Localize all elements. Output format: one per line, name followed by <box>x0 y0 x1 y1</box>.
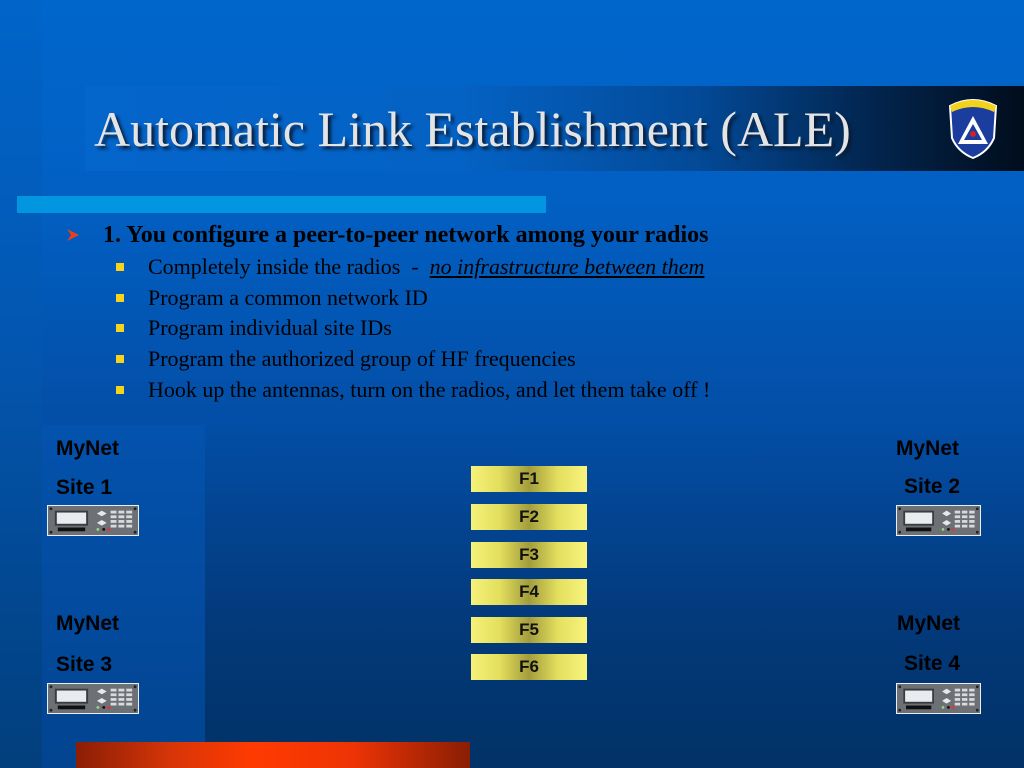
frequency-box-f2: F2 <box>471 504 587 530</box>
square-bullet-icon <box>116 385 124 394</box>
square-bullet-icon <box>116 324 124 333</box>
frequency-box-f3: F3 <box>471 542 587 568</box>
frequency-box-f1: F1 <box>471 466 587 492</box>
hf-radio-icon <box>47 683 139 714</box>
communications-emblem-icon <box>944 94 1002 160</box>
site-3-net-label: MyNet <box>56 612 120 635</box>
site-3-label: Site 3 <box>56 653 113 676</box>
site-2-net-label: MyNet <box>896 437 960 460</box>
slide-title: Automatic Link Establishment (ALE) <box>94 101 851 157</box>
frequency-box-f4: F4 <box>471 579 587 605</box>
hf-radio-icon <box>896 683 981 714</box>
square-bullet-icon <box>116 355 124 364</box>
site-4-label: Site 4 <box>904 652 961 675</box>
site-1-net-label: MyNet <box>56 437 120 460</box>
hf-radio-icon <box>896 505 981 536</box>
square-bullet-icon <box>116 293 124 302</box>
sub-bullet-text: Program individual site IDs <box>148 315 392 341</box>
site-1-label: Site 1 <box>56 476 113 499</box>
main-bullet-text: 1. You configure a peer-to-peer network … <box>103 222 709 248</box>
frequency-box-f6: F6 <box>471 654 587 680</box>
sub-bullet-text: Hook up the antennas, turn on the radios… <box>148 376 711 402</box>
hf-radio-icon <box>47 505 139 536</box>
sub-bullet-text: Program the authorized group of HF frequ… <box>148 346 576 372</box>
sub-bullet-text: Program a common network ID <box>148 284 428 310</box>
left-decor-strip <box>0 0 42 768</box>
sub-bullet-text: Completely inside the radios - <box>148 254 430 279</box>
sub-bullet-emphasis: no infrastructure between them <box>429 254 705 279</box>
square-bullet-icon <box>116 263 124 271</box>
arrow-bullet-icon <box>67 229 79 241</box>
accent-bar <box>17 196 546 213</box>
bottom-accent-bar <box>76 742 470 768</box>
site-4-net-label: MyNet <box>897 612 961 635</box>
site-2-label: Site 2 <box>904 475 961 498</box>
frequency-box-f5: F5 <box>471 617 587 643</box>
